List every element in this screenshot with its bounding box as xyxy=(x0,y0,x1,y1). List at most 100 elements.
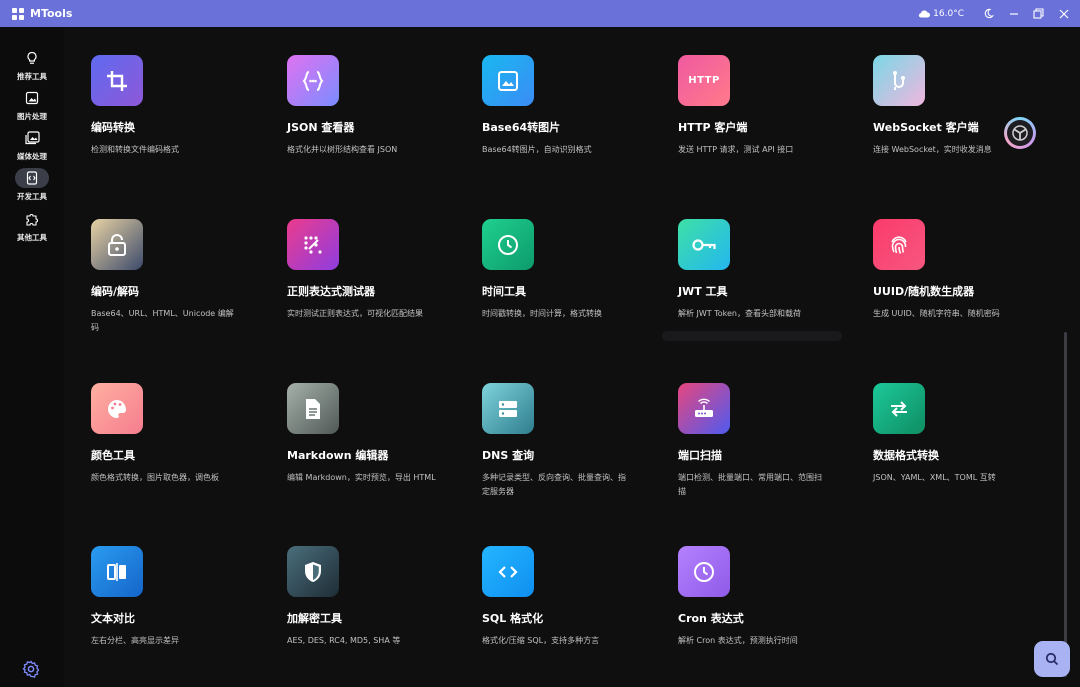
media-icon xyxy=(15,128,49,148)
tool-desc: 生成 UUID、随机字符串、随机密码 xyxy=(873,309,1000,318)
tool-card-port-scan[interactable]: 端口扫描 端口检测、批量端口、常用端口、范围扫描 xyxy=(678,383,848,499)
close-icon xyxy=(1059,9,1068,18)
tool-title: JWT 工具 xyxy=(678,285,728,298)
tool-card-jwt-tools[interactable]: JWT 工具 解析 JWT Token，查看头部和载荷 xyxy=(678,219,848,321)
puzzle-icon xyxy=(15,209,49,229)
weather-widget[interactable]: 16.0°C xyxy=(918,9,964,19)
sidebar-item-label: 开发工具 xyxy=(17,192,47,201)
clock-icon xyxy=(482,219,534,270)
tool-card-http-client[interactable]: HTTP HTTP 客户端 发送 HTTP 请求，测试 API 接口 xyxy=(678,55,848,157)
tool-card-base64-image[interactable]: Base64转图片 Base64转图片，自动识别格式 xyxy=(482,55,652,157)
tool-title: 端口扫描 xyxy=(678,449,722,462)
tool-title: 颜色工具 xyxy=(91,449,135,462)
maximize-button[interactable] xyxy=(1026,0,1051,27)
sidebar-item-dev-tools[interactable]: 开发工具 xyxy=(0,168,64,208)
close-button[interactable] xyxy=(1051,0,1076,27)
swap-icon xyxy=(873,383,925,434)
picture-icon xyxy=(482,55,534,106)
tool-card-encoding-convert[interactable]: 编码转换 检测和转换文件编码格式 xyxy=(91,55,261,157)
tool-desc: Base64、URL、HTML、Unicode 编解码 xyxy=(91,309,234,332)
lightbulb-icon xyxy=(15,48,49,68)
tool-card-cron-expression[interactable]: Cron 表达式 解析 Cron 表达式，预测执行时间 xyxy=(678,546,848,648)
sidebar-item-image[interactable]: 图片处理 xyxy=(0,88,64,128)
code-icon xyxy=(482,546,534,597)
tool-card-regex-tester[interactable]: 正则表达式测试器 实时测试正则表达式，可视化匹配结果 xyxy=(287,219,457,321)
tool-title: 加解密工具 xyxy=(287,612,342,625)
tool-desc: 端口检测、批量端口、常用端口、范围扫描 xyxy=(678,473,822,496)
tool-desc: 解析 JWT Token，查看头部和载荷 xyxy=(678,309,802,318)
tool-desc: 连接 WebSocket，实时收发消息 xyxy=(873,145,992,154)
tool-desc: 格式化并以树形结构查看 JSON xyxy=(287,145,398,154)
schedule-icon xyxy=(678,546,730,597)
search-button[interactable] xyxy=(1034,641,1070,677)
tool-title: SQL 格式化 xyxy=(482,612,544,625)
assistant-icon xyxy=(1012,125,1028,141)
palette-icon xyxy=(91,383,143,434)
dns-icon xyxy=(482,383,534,434)
tool-card-encode-decode[interactable]: 编码/解码 Base64、URL、HTML、Unicode 编解码 xyxy=(91,219,261,335)
tool-title: 数据格式转换 xyxy=(873,449,939,462)
minimize-icon xyxy=(1009,12,1018,15)
tool-card-data-format-convert[interactable]: 数据格式转换 JSON、YAML、XML、TOML 互转 xyxy=(873,383,1043,485)
sidebar-item-label: 推荐工具 xyxy=(17,72,47,81)
gear-icon xyxy=(22,660,40,678)
tool-desc: AES, DES, RC4, MD5, SHA 等 xyxy=(287,636,401,645)
app-logo-icon xyxy=(12,7,24,20)
tool-desc: 时间戳转换，时间计算，格式转换 xyxy=(482,309,602,318)
sidebar-item-label: 图片处理 xyxy=(17,112,47,121)
tool-title: UUID/随机数生成器 xyxy=(873,285,975,298)
tool-desc: 左右分栏、高亮显示差异 xyxy=(91,636,179,645)
settings-button[interactable] xyxy=(22,660,40,682)
tool-card-color-tools[interactable]: 颜色工具 颜色格式转换，图片取色器，调色板 xyxy=(91,383,261,485)
moon-icon xyxy=(984,8,994,19)
tool-title: JSON 查看器 xyxy=(287,121,355,134)
tool-desc: 多种记录类型、反向查询、批量查询、指定服务器 xyxy=(482,473,626,496)
tool-title: 编码/解码 xyxy=(91,285,140,298)
tool-title: 时间工具 xyxy=(482,285,526,298)
tool-card-sql-formatter[interactable]: SQL 格式化 格式化/压缩 SQL，支持多种方言 xyxy=(482,546,652,648)
theme-toggle-button[interactable] xyxy=(976,0,1001,27)
sidebar-item-others[interactable]: 其他工具 xyxy=(0,209,64,249)
tool-card-dns-lookup[interactable]: DNS 查询 多种记录类型、反向查询、批量查询、指定服务器 xyxy=(482,383,652,499)
floating-assistant-button[interactable] xyxy=(1004,117,1036,149)
tool-card-time-tools[interactable]: 时间工具 时间戳转换，时间计算，格式转换 xyxy=(482,219,652,321)
tool-desc: 编辑 Markdown，实时预览，导出 HTML xyxy=(287,473,436,482)
tool-card-text-compare[interactable]: 文本对比 左右分栏、高亮显示差异 xyxy=(91,546,261,648)
tool-card-markdown-editor[interactable]: Markdown 编辑器 编辑 Markdown，实时预览，导出 HTML xyxy=(287,383,457,485)
sidebar-item-recommended[interactable]: 推荐工具 xyxy=(0,48,64,88)
regex-icon xyxy=(287,219,339,270)
app-title: MTools xyxy=(30,7,73,20)
image-icon xyxy=(15,88,49,108)
tool-title: Cron 表达式 xyxy=(678,612,744,625)
tool-card-uuid-generator[interactable]: UUID/随机数生成器 生成 UUID、随机字符串、随机密码 xyxy=(873,219,1043,321)
sidebar: 推荐工具 图片处理 媒体处理 开发工具 其他工具 xyxy=(0,27,64,687)
tool-desc: 解析 Cron 表达式，预测执行时间 xyxy=(678,636,798,645)
weather-temp: 16.0°C xyxy=(933,8,964,19)
sidebar-item-label: 其他工具 xyxy=(17,233,47,242)
router-icon xyxy=(678,383,730,434)
compare-icon xyxy=(91,546,143,597)
tool-title: 正则表达式测试器 xyxy=(287,285,375,298)
cloud-icon xyxy=(919,10,931,18)
sidebar-item-label: 媒体处理 xyxy=(17,152,47,161)
document-icon xyxy=(287,383,339,434)
tool-desc: 发送 HTTP 请求，测试 API 接口 xyxy=(678,145,794,154)
minimize-button[interactable] xyxy=(1001,0,1026,27)
tool-title: DNS 查询 xyxy=(482,449,535,462)
tool-title: 编码转换 xyxy=(91,121,135,134)
dev-tools-icon xyxy=(15,168,49,188)
tool-card-crypto-tools[interactable]: 加解密工具 AES, DES, RC4, MD5, SHA 等 xyxy=(287,546,457,648)
tool-title: Markdown 编辑器 xyxy=(287,449,389,462)
tool-card-json-viewer[interactable]: JSON 查看器 格式化并以树形结构查看 JSON xyxy=(287,55,457,157)
fingerprint-icon xyxy=(873,219,925,270)
scroll-hint xyxy=(662,331,842,341)
tool-title: Base64转图片 xyxy=(482,121,561,134)
tool-desc: 实时测试正则表达式，可视化匹配结果 xyxy=(287,309,423,318)
braces-icon xyxy=(287,55,339,106)
title-bar: MTools 16.0°C xyxy=(0,0,1080,27)
crop-icon xyxy=(91,55,143,106)
scrollbar-thumb[interactable] xyxy=(1064,332,1067,677)
sidebar-item-media[interactable]: 媒体处理 xyxy=(0,128,64,168)
tool-desc: Base64转图片，自动识别格式 xyxy=(482,145,592,154)
tool-desc: 格式化/压缩 SQL，支持多种方言 xyxy=(482,636,600,645)
